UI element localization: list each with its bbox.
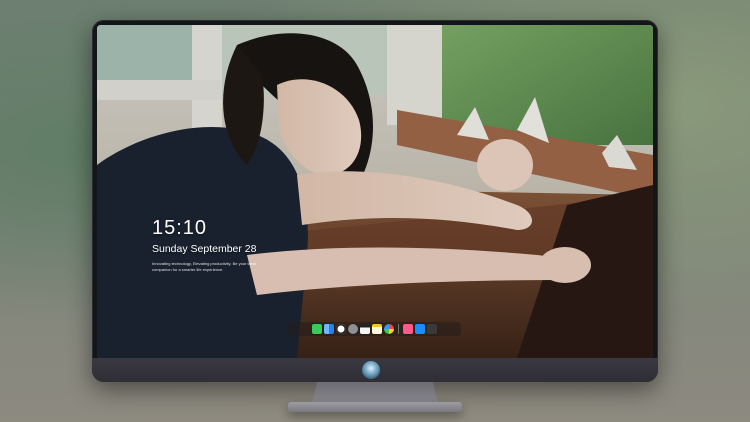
video-icon[interactable] (359, 324, 370, 334)
lock-screen-date: Sunday September 28 (152, 243, 257, 255)
monitor-stand-neck (312, 382, 438, 404)
messages-icon[interactable] (311, 324, 322, 334)
app-store-icon[interactable] (414, 324, 425, 334)
wallpaper-photo (97, 25, 653, 358)
screen: 15:10 Sunday September 28 Innovating tec… (97, 25, 653, 358)
dock (287, 322, 461, 336)
finder-icon[interactable] (323, 324, 334, 334)
monitor-chin (92, 358, 658, 382)
settings-icon[interactable] (347, 324, 358, 334)
clock-icon[interactable] (335, 324, 346, 334)
brand-logo-icon (362, 361, 380, 379)
monitor-stand-base (288, 402, 462, 412)
music-icon[interactable] (402, 324, 413, 334)
notes-icon[interactable] (371, 324, 382, 334)
lock-screen-time: 15:10 (152, 217, 208, 239)
photos-icon[interactable] (383, 324, 394, 334)
camera-icon[interactable] (426, 324, 437, 334)
lock-screen-tagline: Innovating technology, Elevating product… (152, 261, 256, 272)
monitor: 15:10 Sunday September 28 Innovating tec… (92, 20, 658, 382)
dock-separator (397, 324, 399, 334)
